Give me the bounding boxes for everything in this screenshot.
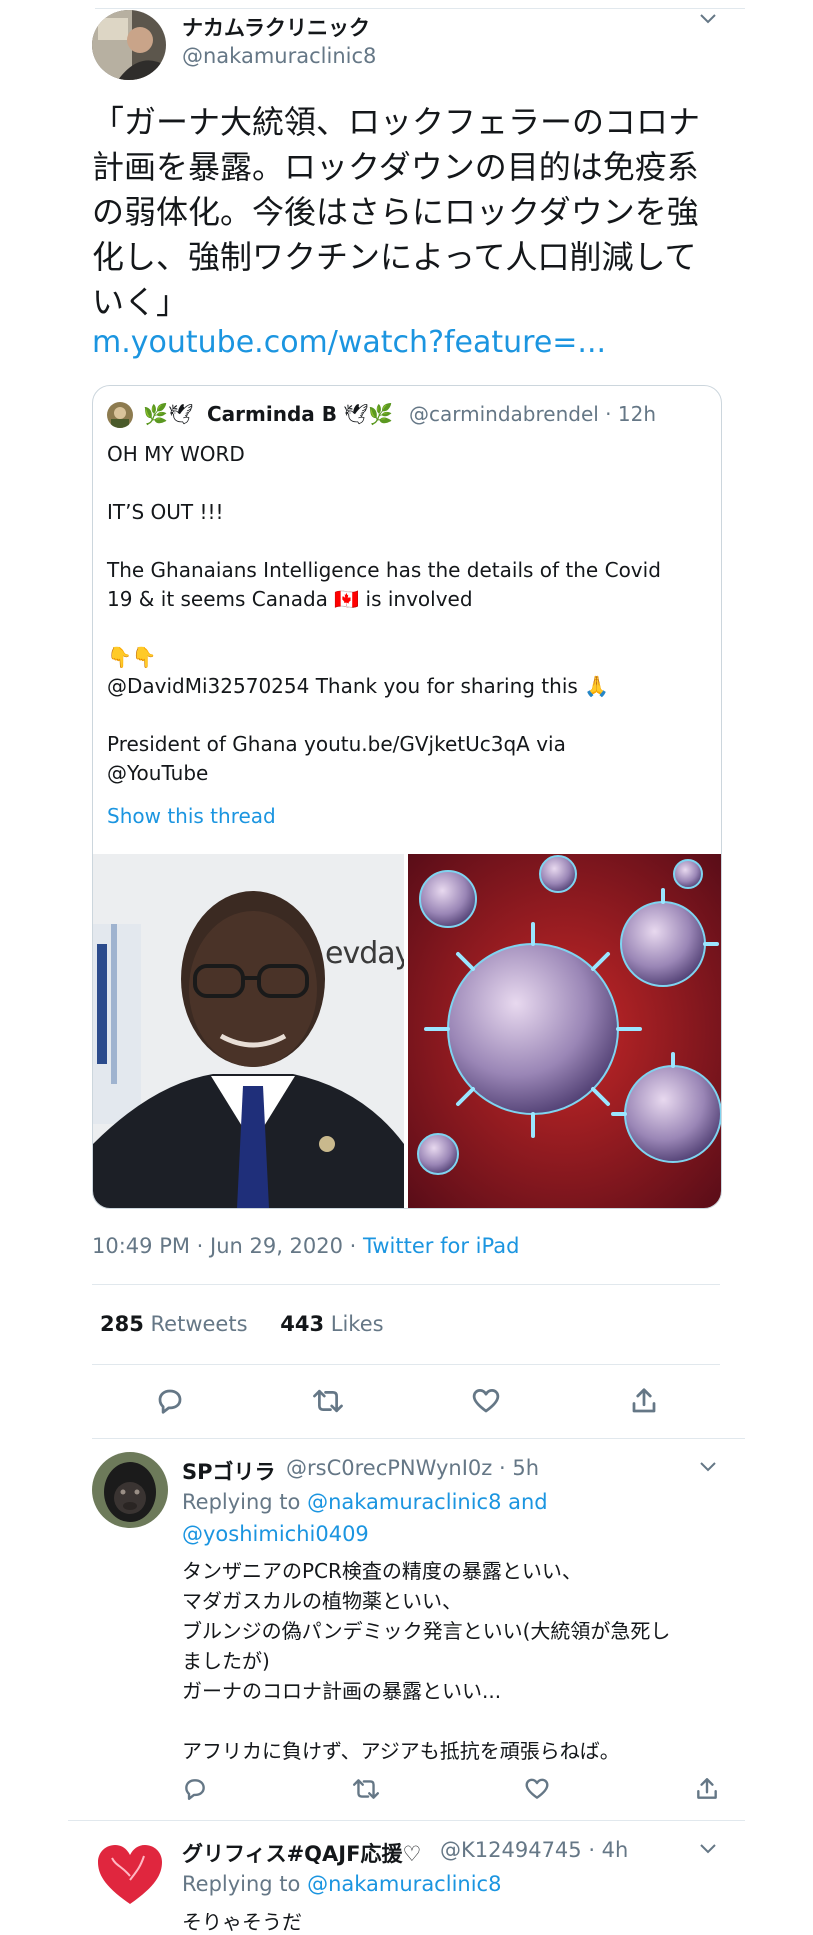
replying-to: Replying to @nakamuraclinic8 [182, 1872, 501, 1896]
reply-line: アフリカに負けず、アジアも抵抗を頑張らねば。 [182, 1739, 620, 1763]
reply-avatar[interactable] [92, 1836, 168, 1912]
retweet-button[interactable] [311, 1384, 345, 1418]
retweets-label: Retweets [150, 1312, 248, 1336]
quoted-handle-time[interactable]: @carmindabrendel · 12h [409, 402, 656, 426]
share-button[interactable] [627, 1384, 661, 1418]
like-button[interactable] [520, 1772, 554, 1806]
reply-line: マダガスカルの植物薬といい、 [182, 1589, 462, 1613]
reply-line: タンザニアのPCR検査の精度の暴露といい、 [182, 1559, 582, 1583]
quoted-tweet-card[interactable]: 🌿🕊 Carminda B 🕊🌿 @carmindabrendel · 12h … [92, 385, 722, 1209]
tweet-text: 「ガーナ大統領、ロックフェラーのコロナ 計画を暴露。ロックダウンの目的は免疫系 … [92, 100, 700, 325]
quoted-text: OH MY WORD IT’S OUT !!! The Ghanaians In… [107, 440, 661, 788]
replying-to-label: Replying to [182, 1490, 308, 1514]
quoted-line: 19 & it seems Canada 🇨🇦 is involved [107, 587, 473, 611]
tweet-text-line: 「ガーナ大統領、ロックフェラーのコロナ [92, 103, 701, 141]
likes-count: 443 [280, 1312, 325, 1336]
author-avatar[interactable] [92, 10, 166, 80]
divider [92, 1284, 720, 1285]
replying-to-user[interactable]: @nakamuraclinic8 [307, 1872, 501, 1896]
quoted-line: 👇👇 [107, 645, 157, 669]
quoted-avatar[interactable] [107, 402, 133, 428]
chevron-down-icon[interactable] [697, 8, 719, 33]
timestamp-text: 10:49 PM · Jun 29, 2020 · [92, 1234, 364, 1258]
tweet-text-line: いく」 [92, 283, 189, 321]
quoted-line: @YouTube [107, 761, 209, 785]
tweet-timestamp[interactable]: 10:49 PM · Jun 29, 2020 · Twitter for iP… [92, 1234, 519, 1258]
reply-author-name[interactable]: SPゴリラ [182, 1456, 276, 1486]
tweet-text-line: の弱体化。今後はさらにロックダウンを強 [92, 193, 699, 231]
divider [68, 1820, 745, 1821]
likes-link[interactable]: 443 Likes [280, 1312, 383, 1336]
reply-avatar[interactable] [92, 1452, 168, 1528]
tweet-link[interactable]: m.youtube.com/watch?feature=... [92, 325, 606, 360]
share-icon [697, 1778, 717, 1799]
author-handle[interactable]: @nakamuraclinic8 [182, 44, 376, 68]
share-button[interactable] [690, 1772, 724, 1806]
quoted-line: IT’S OUT !!! [107, 500, 224, 524]
quoted-line: The Ghanaians Intelligence has the detai… [107, 558, 661, 582]
quoted-name-emoji-suffix: 🕊🌿 [343, 402, 394, 426]
backdrop-sign-text: evdays [325, 936, 404, 971]
replying-to: Replying to @nakamuraclinic8 and [182, 1490, 548, 1514]
reply-line: ましたが) [182, 1649, 270, 1673]
quoted-line: OH MY WORD [107, 442, 245, 466]
reply-button[interactable] [153, 1384, 187, 1418]
tweet-text-line: 化し、強制ワクチンによって人口削減して [92, 238, 697, 276]
likes-label: Likes [330, 1312, 384, 1336]
tweet-text-line: 計画を暴露。ロックダウンの目的は免疫系 [92, 148, 699, 186]
divider [92, 1438, 745, 1439]
reply-icon [185, 1779, 205, 1800]
retweets-link[interactable]: 285 Retweets [100, 1312, 248, 1336]
tweet-stats: 285 Retweets 443 Likes [100, 1312, 384, 1336]
reply-author-name[interactable]: グリフィス#QAJF応援♡ [182, 1838, 421, 1868]
reply-line: ガーナのコロナ計画の暴露といい... [182, 1679, 502, 1703]
chevron-down-icon[interactable] [697, 1838, 719, 1863]
quoted-name-emoji-prefix: 🌿🕊 [143, 402, 194, 426]
reply-icon [158, 1389, 182, 1414]
retweet-button[interactable] [349, 1772, 383, 1806]
quoted-image-portrait[interactable]: evdays [93, 854, 404, 1208]
top-divider [95, 8, 745, 9]
quoted-line: President of Ghana youtu.be/GVjketUc3qA … [107, 732, 566, 756]
reply-text: タンザニアのPCR検査の精度の暴露といい、 マダガスカルの植物薬といい、 ブルン… [182, 1556, 670, 1766]
retweet-icon [352, 1779, 380, 1799]
divider [92, 1364, 720, 1365]
quoted-author-name[interactable]: Carminda B [207, 402, 337, 426]
reply-line: ブルンジの偽パンデミック発言といい(大統領が急死し [182, 1619, 671, 1643]
reply-handle-time[interactable]: @rsC0recPNWynI0z · 5h [286, 1456, 539, 1480]
replying-to-label: Replying to [182, 1872, 308, 1896]
share-icon [632, 1388, 656, 1413]
replying-to-user[interactable]: @yoshimichi0409 [182, 1522, 369, 1546]
retweet-icon [313, 1389, 343, 1413]
author-name[interactable]: ナカムラクリニック [182, 12, 370, 42]
quoted-image-virus[interactable] [408, 854, 721, 1208]
reply-button[interactable] [178, 1772, 212, 1806]
reply-line: そりゃそうだ [182, 1910, 302, 1934]
quoted-line: @DavidMi32570254 Thank you for sharing t… [107, 674, 610, 698]
replying-to-user[interactable]: @nakamuraclinic8 and [307, 1490, 548, 1514]
chevron-down-icon[interactable] [697, 1456, 719, 1481]
like-button[interactable] [469, 1384, 503, 1418]
reply-handle-time[interactable]: @K12494745 · 4h [440, 1838, 628, 1862]
show-thread-link[interactable]: Show this thread [107, 804, 276, 828]
tweet-client-link[interactable]: Twitter for iPad [363, 1234, 519, 1258]
like-icon [472, 1389, 500, 1413]
retweets-count: 285 [100, 1312, 144, 1336]
like-icon [525, 1778, 549, 1799]
